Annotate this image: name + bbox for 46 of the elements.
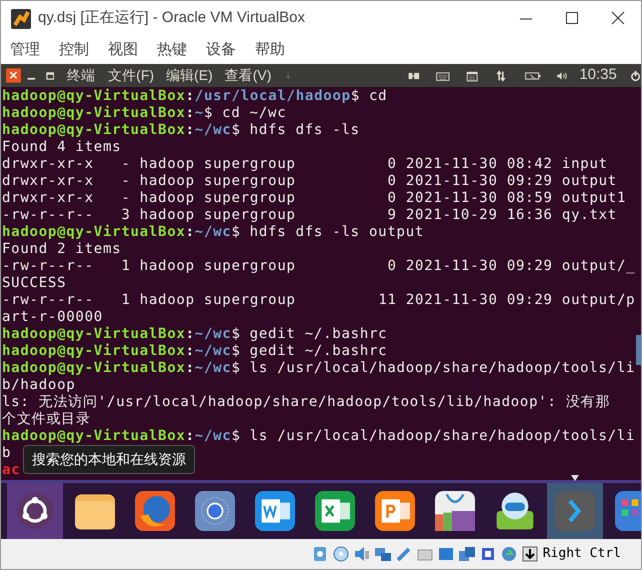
command-line: hadoop@qy-VirtualBox:~/wc$ gedit ~/.bashrc <box>2 326 388 342</box>
output-line: -rw-r--r-- 1 hadoop supergroup 11 2021-11-30 09:29 output/p <box>2 292 636 308</box>
file-name: ac <box>2 462 20 478</box>
optical-disc-icon[interactable] <box>332 545 350 563</box>
audio-icon[interactable] <box>352 545 371 563</box>
menu-item[interactable]: 管理 <box>10 38 40 62</box>
menu-item[interactable]: 帮助 <box>255 38 285 62</box>
tooltip: 搜索您的本地和在线资源 <box>23 445 195 474</box>
output-line: -rw-r--r-- 1 hadoop supergroup 0 2021-11-30 09:29 output/_ <box>2 258 636 274</box>
clock[interactable]: 10:35 <box>579 64 617 87</box>
command-line: hadoop@qy-VirtualBox:~/wc$ ls /usr/local/hadoop/share/hadoop/tools/li <box>2 360 636 376</box>
menu-item[interactable]: 查看(V) <box>224 65 272 86</box>
output-line: b/hadoop <box>2 377 76 393</box>
output-line: drwxr-xr-x - hadoop supergroup 0 2021-11-30 09:29 output <box>2 173 617 189</box>
network-icon[interactable] <box>374 545 392 563</box>
output-line: b <box>2 445 12 461</box>
menu-item[interactable]: 设备 <box>206 38 236 62</box>
menu-item[interactable]: 控制 <box>59 38 89 62</box>
output-line: SUCCESS <box>2 275 66 291</box>
output-line: drwxr-xr-x - hadoop supergroup 0 2021-11-30 08:59 output1 <box>2 190 626 206</box>
display-icon[interactable] <box>436 545 455 563</box>
output-line: art-r-00000 <box>2 309 103 325</box>
app-logo-icon <box>10 8 32 30</box>
output-line: Found 4 items <box>2 139 122 155</box>
scrollbar-thumb[interactable] <box>636 335 641 365</box>
output-line: -rw-r--r-- 3 hadoop supergroup 9 2021-10-29 16:36 qy.txt <box>2 207 617 223</box>
output-line: ls: 无法访问'/usr/local/hadoop/share/hadoop/tools/lib/hadoop': 没有那 <box>2 394 610 410</box>
menu-item[interactable]: 视图 <box>108 38 138 62</box>
screens-icon[interactable] <box>458 545 476 563</box>
download-icon[interactable] <box>520 545 539 563</box>
output-line: drwxr-xr-x - hadoop supergroup 0 2021-11-30 08:42 input <box>2 156 608 172</box>
usb-icon[interactable] <box>394 545 413 563</box>
menu-item[interactable]: 编辑(E) <box>166 65 213 86</box>
menu-item[interactable]: 热键 <box>157 38 187 62</box>
command-line: hadoop@qy-VirtualBox:~/wc$ hdfs dfs -ls output <box>2 224 424 240</box>
menu-item[interactable]: 文件(F) <box>108 65 154 86</box>
output-line: Found 2 items <box>2 241 122 257</box>
command-line: hadoop@qy-VirtualBox:~/wc$ hdfs dfs -ls <box>2 122 360 138</box>
command-line: hadoop@qy-VirtualBox:~/wc$ ls /usr/local/hadoop/share/hadoop/tools/li <box>2 428 636 444</box>
window-title: qy.dsj [正在运行] - Oracle VM VirtualBox <box>38 8 306 28</box>
command-line: hadoop@qy-VirtualBox:/usr/local/hadoop$ cd <box>2 88 388 104</box>
host-key-label: Right Ctrl <box>542 545 621 564</box>
output-line: 个文件或目录 <box>2 411 90 427</box>
app-name: 终端 <box>67 66 96 85</box>
command-line: hadoop@qy-VirtualBox:~/wc$ gedit ~/.bashrc <box>2 343 388 359</box>
command-line: hadoop@qy-VirtualBox:~$ cd ~/wc <box>2 105 286 121</box>
